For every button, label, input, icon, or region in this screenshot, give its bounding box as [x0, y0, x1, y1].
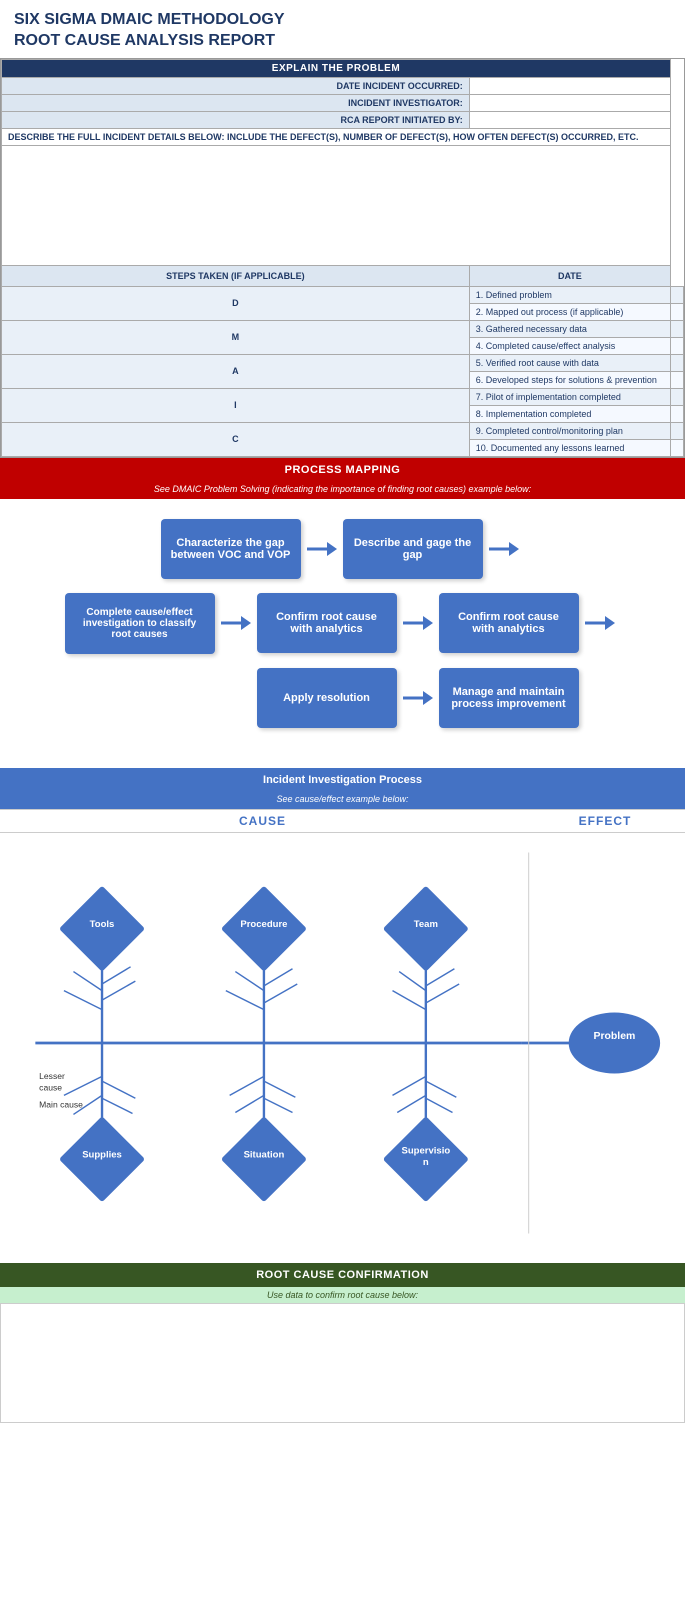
arrow-1-1 [307, 543, 337, 555]
process-mapping-section: PROCESS MAPPING See DMAIC Problem Solvin… [0, 458, 685, 758]
field-value-investigator[interactable] [469, 94, 670, 111]
svg-text:cause: cause [39, 1082, 62, 1092]
header-line2: ROOT CAUSE ANALYSIS REPORT [14, 31, 671, 52]
svg-text:Team: Team [414, 918, 438, 929]
flow-box-1-2: Describe and gage the gap [343, 519, 483, 579]
svg-text:Main cause: Main cause [39, 1099, 83, 1109]
ii-title: Incident Investigation Process [0, 768, 685, 792]
field-label-initiated: RCA REPORT INITIATED BY: [2, 111, 470, 128]
flow-row-3: Apply resolution Manage and maintain pro… [10, 668, 675, 728]
flow-box-3-2: Manage and maintain process improvement [439, 668, 579, 728]
svg-text:n: n [423, 1156, 429, 1167]
form-table: EXPLAIN THE PROBLEM DATE INCIDENT OCCURR… [1, 59, 684, 457]
pm-subtitle: See DMAIC Problem Solving (indicating th… [0, 482, 685, 499]
flow-box-2-1: Complete cause/effect investigation to c… [65, 593, 215, 654]
flow-box-2-3: Confirm root cause with analytics [439, 593, 579, 653]
flow-row-2: Complete cause/effect investigation to c… [10, 593, 675, 654]
flow-row-1: Characterize the gap between VOC and VOP… [10, 519, 675, 579]
fishbone-svg: Problem Tools Procedure [10, 843, 675, 1243]
effect-label: EFFECT [525, 814, 685, 828]
field-value-initiated[interactable] [469, 111, 670, 128]
report-header: SIX SIGMA DMAIC METHODOLOGY ROOT CAUSE A… [0, 0, 685, 58]
explain-problem-section: EXPLAIN THE PROBLEM DATE INCIDENT OCCURR… [0, 58, 685, 458]
section-title: EXPLAIN THE PROBLEM [2, 59, 671, 77]
arrow-2-2 [403, 617, 433, 629]
flow-box-3-1: Apply resolution [257, 668, 397, 728]
svg-text:Situation: Situation [244, 1149, 285, 1160]
svg-text:Tools: Tools [90, 918, 115, 929]
rcc-subtitle: Use data to confirm root cause below: [0, 1287, 685, 1303]
header-line1: SIX SIGMA DMAIC METHODOLOGY [14, 10, 671, 31]
flow-box-1-1: Characterize the gap between VOC and VOP [161, 519, 301, 579]
pm-title: PROCESS MAPPING [0, 458, 685, 482]
date-header: DATE [469, 265, 670, 286]
cause-label: CAUSE [0, 814, 525, 828]
field-label-investigator: INCIDENT INVESTIGATOR: [2, 94, 470, 111]
arrow-1-2 [489, 543, 519, 555]
cause-effect-header: CAUSE EFFECT [0, 809, 685, 833]
steps-header: STEPS TAKEN (IF APPLICABLE) [2, 265, 470, 286]
svg-text:Problem: Problem [593, 1031, 635, 1042]
flow-diagram: Characterize the gap between VOC and VOP… [0, 499, 685, 758]
fishbone-diagram: Problem Tools Procedure [0, 833, 685, 1253]
field-label-date: DATE INCIDENT OCCURRED: [2, 77, 470, 94]
field-value-date[interactable] [469, 77, 670, 94]
incident-investigation-section: Incident Investigation Process See cause… [0, 768, 685, 1253]
svg-text:Supervisio: Supervisio [402, 1145, 451, 1156]
desc-label: DESCRIBE THE FULL INCIDENT DETAILS BELOW… [2, 128, 671, 145]
svg-text:Lesser: Lesser [39, 1071, 65, 1081]
rcc-title: ROOT CAUSE CONFIRMATION [0, 1263, 685, 1287]
desc-content[interactable] [2, 145, 671, 265]
ii-subtitle: See cause/effect example below: [0, 792, 685, 809]
arrow-2-1 [221, 617, 251, 629]
arrow-3-1 [403, 692, 433, 704]
flow-box-2-2: Confirm root cause with analytics [257, 593, 397, 653]
root-cause-section: ROOT CAUSE CONFIRMATION Use data to conf… [0, 1263, 685, 1423]
rcc-content[interactable] [0, 1303, 685, 1423]
arrow-2-3 [585, 617, 615, 629]
svg-text:Supplies: Supplies [82, 1149, 122, 1160]
svg-text:Procedure: Procedure [240, 918, 287, 929]
